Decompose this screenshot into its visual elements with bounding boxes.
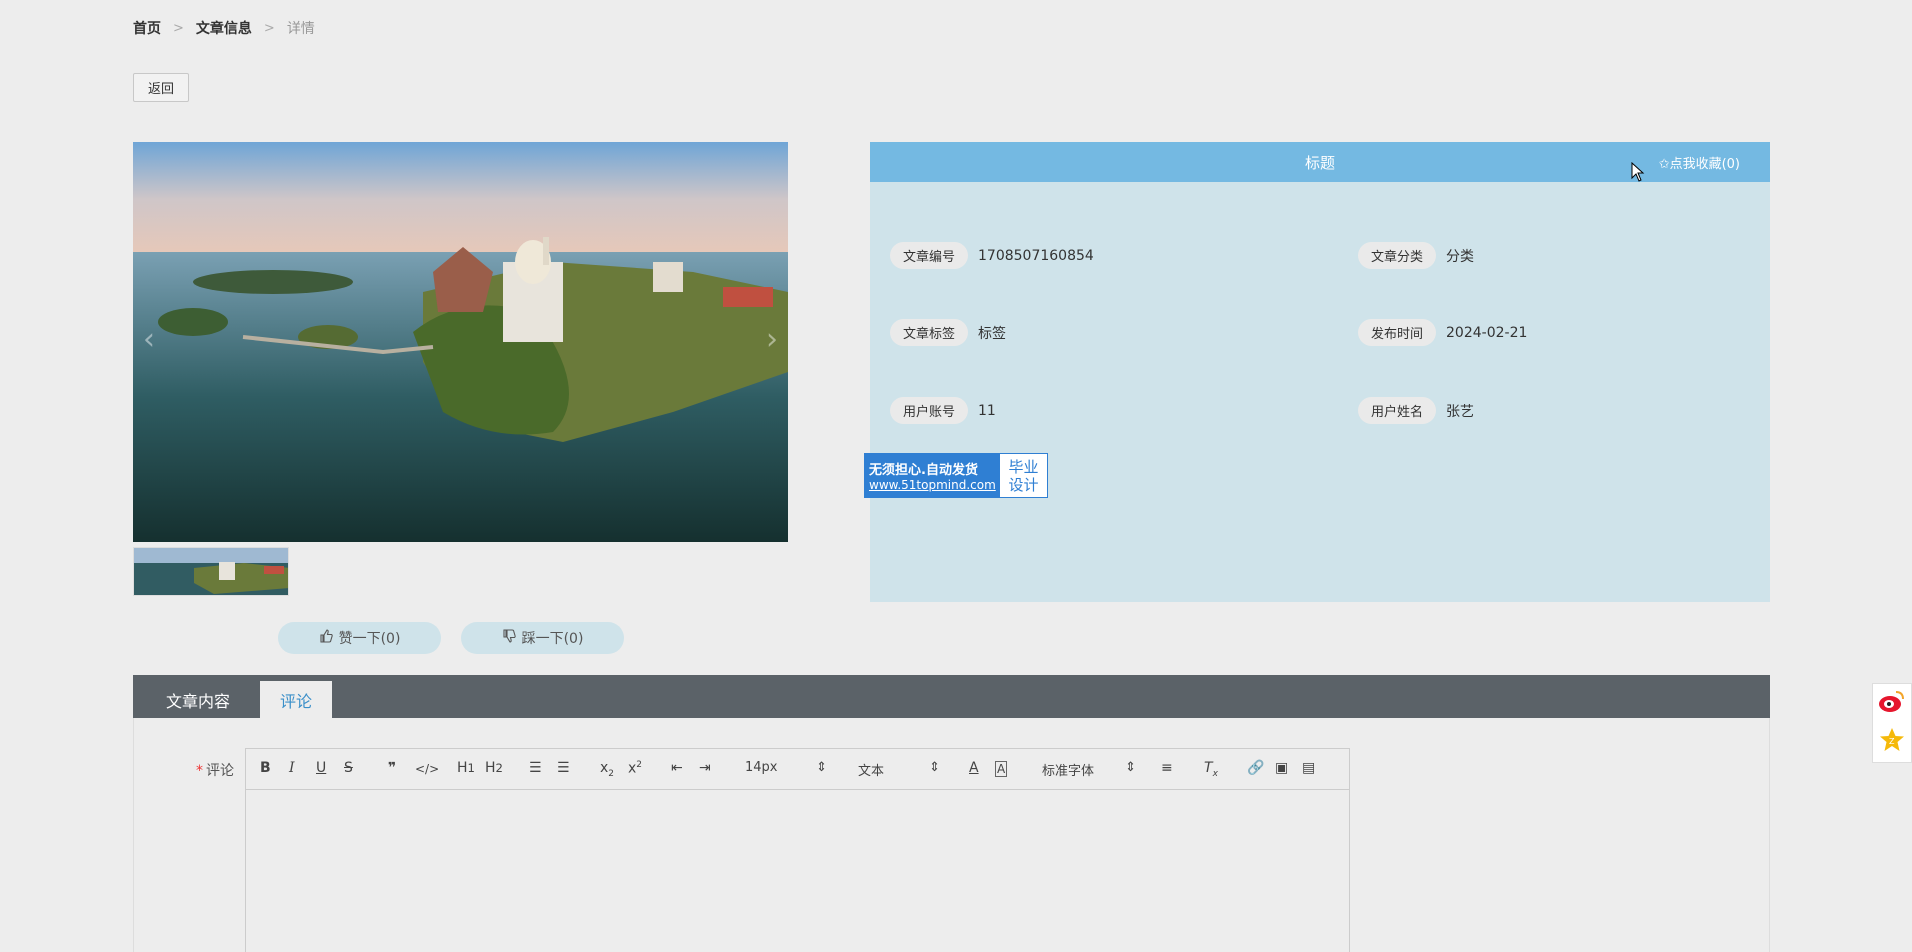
watermark-right1: 毕业 xyxy=(1008,457,1039,476)
dislike-button[interactable]: 踩一下(0) xyxy=(461,622,624,654)
subscript-icon[interactable]: x2 xyxy=(600,760,614,779)
field-value: 2024-02-21 xyxy=(1446,324,1528,341)
thumbs-up-icon xyxy=(319,629,333,647)
font-size-value: 14px xyxy=(745,760,778,775)
tab-article-content[interactable]: 文章内容 xyxy=(133,681,263,718)
field-label: 文章编号 xyxy=(890,242,969,269)
clear-format-icon[interactable]: Tx xyxy=(1204,760,1218,779)
align-icon[interactable]: ≡ xyxy=(1161,760,1173,776)
watermark-right2: 设计 xyxy=(1008,475,1039,494)
svg-text:Z: Z xyxy=(1889,737,1895,746)
video-icon[interactable]: ▤ xyxy=(1302,760,1315,776)
background-color-icon[interactable]: A xyxy=(995,761,1008,777)
field-publish-time: 发布时间 2024-02-21 xyxy=(1358,319,1527,346)
like-button[interactable]: 赞一下(0) xyxy=(278,622,441,654)
strikethrough-icon[interactable]: S xyxy=(344,760,353,776)
breadcrumb-current: 详情 xyxy=(286,21,315,37)
rich-text-editor: B I U S ❞ </> H1 H2 ☰ ☰ x2 x2 ⇤ ⇥ 14px ⇕ … xyxy=(245,748,1350,952)
font-color-icon[interactable]: A xyxy=(969,760,979,776)
watermark-line2: www.51topmind.com xyxy=(869,478,996,492)
underline-icon[interactable]: U xyxy=(316,760,326,776)
heading-1-icon[interactable]: H1 xyxy=(457,760,475,776)
article-info-panel: 标题 ✩点我收藏(0) 文章编号 1708507160854 文章分类 分类 文… xyxy=(870,142,1770,602)
dislike-label: 踩一下(0) xyxy=(521,631,584,647)
comment-field-label: * 评论 xyxy=(196,760,234,780)
outdent-icon[interactable]: ⇤ xyxy=(671,760,683,776)
select-arrow-icon: ⇕ xyxy=(1125,760,1136,775)
italic-icon[interactable]: I xyxy=(289,760,295,776)
bullet-list-icon[interactable]: ☰ xyxy=(557,760,570,776)
comment-text-area[interactable] xyxy=(246,790,1349,952)
favorite-button[interactable]: ✩点我收藏(0) xyxy=(1659,153,1740,172)
image-carousel[interactable]: ‹ › xyxy=(133,142,788,542)
thumbs-down-icon xyxy=(502,629,516,647)
breadcrumb-separator: > xyxy=(263,20,275,36)
text-type-select[interactable]: 文本 ⇕ xyxy=(858,760,940,779)
field-value: 分类 xyxy=(1446,248,1475,265)
field-label: 文章标签 xyxy=(890,319,969,346)
breadcrumb-separator: > xyxy=(173,20,184,36)
comment-section: * 评论 B I U S ❞ </> H1 H2 ☰ ☰ x2 x2 ⇤ ⇥ 14… xyxy=(133,718,1770,952)
breadcrumb: 首页 > 文章信息 > 详情 xyxy=(133,18,315,38)
indent-icon[interactable]: ⇥ xyxy=(699,760,711,776)
weibo-icon[interactable] xyxy=(1878,689,1906,717)
field-value: 1708507160854 xyxy=(978,247,1094,264)
watermark-line1: 无须担心.自动发货 xyxy=(869,463,978,478)
font-family-select[interactable]: 标准字体 ⇕ xyxy=(1042,760,1136,779)
text-type-value: 文本 xyxy=(858,764,885,779)
field-article-id: 文章编号 1708507160854 xyxy=(890,242,1094,269)
superscript-icon[interactable]: x2 xyxy=(628,760,642,777)
font-size-select[interactable]: 14px ⇕ xyxy=(745,760,827,775)
field-value: 张艺 xyxy=(1446,403,1475,420)
share-sidebar: Z xyxy=(1872,683,1912,763)
bold-icon[interactable]: B xyxy=(260,760,271,776)
field-user-name: 用户姓名 张艺 xyxy=(1358,397,1474,424)
field-label: 发布时间 xyxy=(1358,319,1437,346)
editor-toolbar: B I U S ❞ </> H1 H2 ☰ ☰ x2 x2 ⇤ ⇥ 14px ⇕ … xyxy=(246,749,1349,790)
field-value: 11 xyxy=(978,402,996,419)
back-button[interactable]: 返回 xyxy=(133,73,189,102)
detail-tabs: 文章内容 评论 xyxy=(133,675,1770,718)
breadcrumb-article-info[interactable]: 文章信息 xyxy=(196,18,252,38)
link-icon[interactable]: 🔗 xyxy=(1247,760,1264,776)
code-block-icon[interactable]: </> xyxy=(415,762,439,776)
carousel-thumbnail[interactable] xyxy=(133,547,289,596)
select-arrow-icon: ⇕ xyxy=(929,760,940,775)
select-arrow-icon: ⇕ xyxy=(816,760,827,775)
article-title: 标题 xyxy=(1304,153,1335,172)
breadcrumb-home[interactable]: 首页 xyxy=(133,18,161,38)
heading-2-icon[interactable]: H2 xyxy=(485,760,503,776)
field-user-account: 用户账号 11 xyxy=(890,397,996,424)
blockquote-icon[interactable]: ❞ xyxy=(388,760,396,776)
field-label: 文章分类 xyxy=(1358,242,1437,269)
mouse-cursor-icon xyxy=(1631,161,1645,186)
tab-comment[interactable]: 评论 xyxy=(260,681,332,718)
ordered-list-icon[interactable]: ☰ xyxy=(529,760,542,776)
carousel-next-arrow[interactable]: › xyxy=(766,322,778,357)
field-value: 标签 xyxy=(978,325,1007,342)
font-family-value: 标准字体 xyxy=(1042,764,1095,779)
carousel-prev-arrow[interactable]: ‹ xyxy=(143,322,155,357)
required-mark: * xyxy=(196,763,203,779)
field-article-category: 文章分类 分类 xyxy=(1358,242,1474,269)
field-label: 用户姓名 xyxy=(1358,397,1437,424)
watermark-badge: 无须担心.自动发货 www.51topmind.com 毕业 设计 xyxy=(864,453,1048,498)
field-article-tag: 文章标签 标签 xyxy=(890,319,1006,346)
qzone-icon[interactable]: Z xyxy=(1879,727,1905,757)
comment-label-text: 评论 xyxy=(206,763,234,779)
carousel-image xyxy=(133,142,788,542)
image-icon[interactable]: ▣ xyxy=(1275,760,1288,776)
like-label: 赞一下(0) xyxy=(338,631,401,647)
field-label: 用户账号 xyxy=(890,397,969,424)
